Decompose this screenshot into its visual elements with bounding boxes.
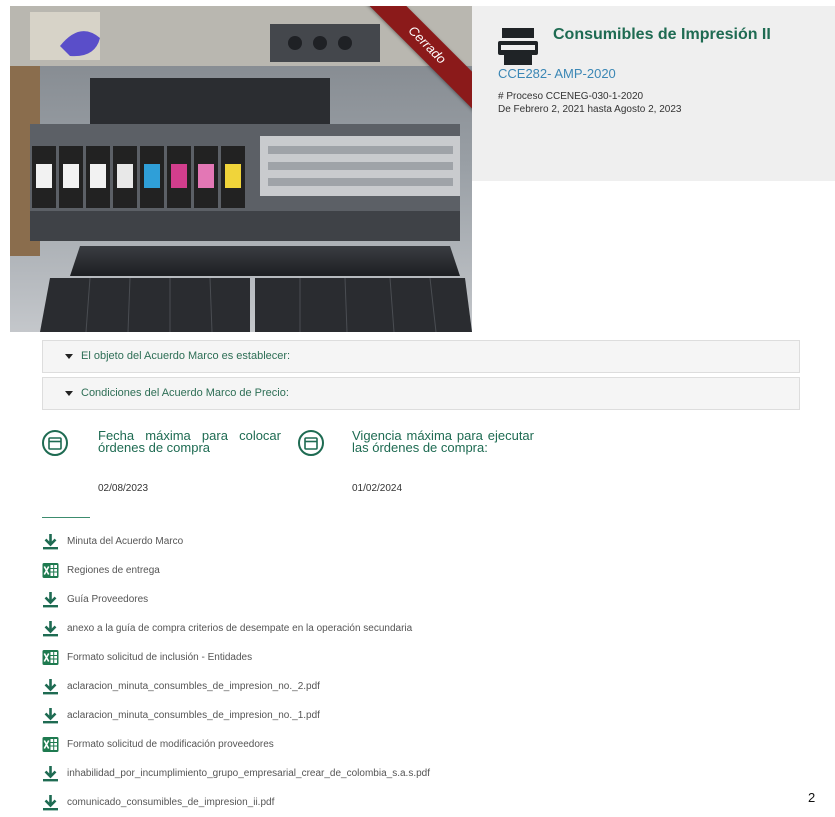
document-label[interactable]: comunicado_consumibles_de_impresion_ii.p… [67, 797, 274, 808]
document-link[interactable]: Minuta del Acuerdo Marco [42, 527, 802, 556]
caret-down-icon [65, 353, 73, 359]
download-icon [43, 592, 58, 608]
accordion-objeto[interactable]: El objeto del Acuerdo Marco es establece… [42, 340, 800, 373]
document-link[interactable]: Guía Proveedores [42, 585, 802, 614]
document-link[interactable]: Regiones de entrega [42, 556, 802, 585]
date-label: Fecha máxima para colocar órdenes de com… [98, 428, 281, 455]
document-link[interactable]: anexo a la guía de compra criterios de d… [42, 614, 802, 643]
caret-down-icon [65, 390, 73, 396]
accordion-condiciones[interactable]: Condiciones del Acuerdo Marco de Precio: [42, 377, 800, 410]
process-details: # Proceso CCENEG-030-1-2020 De Febrero 2… [498, 90, 681, 116]
agreement-title: Consumibles de Impresión II [553, 26, 771, 43]
download-icon [43, 795, 58, 811]
excel-icon [42, 737, 59, 752]
document-label[interactable]: aclaracion_minuta_consumbles_de_impresio… [67, 710, 320, 721]
accordion-label: Condiciones del Acuerdo Marco de Precio: [81, 387, 289, 399]
agreement-code[interactable]: CCE282- AMP-2020 [498, 66, 616, 81]
document-link[interactable]: Formato solicitud de inclusión - Entidad… [42, 643, 802, 672]
document-link[interactable]: comunicado_consumibles_de_impresion_ii.p… [42, 788, 802, 817]
printer-photo [10, 6, 472, 332]
document-label[interactable]: aclaracion_minuta_consumbles_de_impresio… [67, 681, 320, 692]
documents-list: Minuta del Acuerdo Marco Regiones de entr… [42, 527, 802, 817]
document-label[interactable]: Guía Proveedores [67, 594, 148, 605]
excel-icon [42, 650, 59, 665]
document-label[interactable]: inhabilidad_por_incumplimiento_grupo_emp… [67, 768, 430, 779]
download-icon [43, 766, 58, 782]
validity-range: De Febrero 2, 2021 hasta Agosto 2, 2023 [498, 104, 682, 115]
document-label[interactable]: Formato solicitud de modificación provee… [67, 739, 274, 750]
date-value: 02/08/2023 [98, 483, 149, 494]
calendar-icon [42, 430, 68, 456]
page-number: 2 [808, 790, 816, 805]
document-label[interactable]: Minuta del Acuerdo Marco [67, 536, 183, 547]
document-label[interactable]: Formato solicitud de inclusión - Entidad… [67, 652, 252, 663]
excel-icon [42, 563, 59, 578]
calendar-icon [298, 430, 324, 456]
printer-icon [498, 28, 538, 65]
date-value: 01/02/2024 [352, 483, 403, 494]
document-label[interactable]: anexo a la guía de compra criterios de d… [67, 623, 412, 634]
accordion-label: El objeto del Acuerdo Marco es establece… [81, 350, 291, 362]
date-label: Vigencia máxima para ejecutar las órdene… [352, 428, 534, 455]
download-icon [43, 679, 58, 695]
document-link[interactable]: aclaracion_minuta_consumbles_de_impresio… [42, 672, 802, 701]
document-link[interactable]: Formato solicitud de modificación provee… [42, 730, 802, 759]
download-icon [43, 621, 58, 637]
document-link[interactable]: aclaracion_minuta_consumbles_de_impresio… [42, 701, 802, 730]
hero-printer-image: Cerrado [10, 6, 472, 332]
agreement-info-panel: Consumibles de Impresión II CCE282- AMP-… [472, 6, 835, 181]
process-number: # Proceso CCENEG-030-1-2020 [498, 91, 644, 102]
download-icon [43, 708, 58, 724]
document-label[interactable]: Regiones de entrega [67, 565, 160, 576]
download-icon [43, 534, 58, 550]
section-divider [42, 517, 90, 518]
document-link[interactable]: inhabilidad_por_incumplimiento_grupo_emp… [42, 759, 802, 788]
